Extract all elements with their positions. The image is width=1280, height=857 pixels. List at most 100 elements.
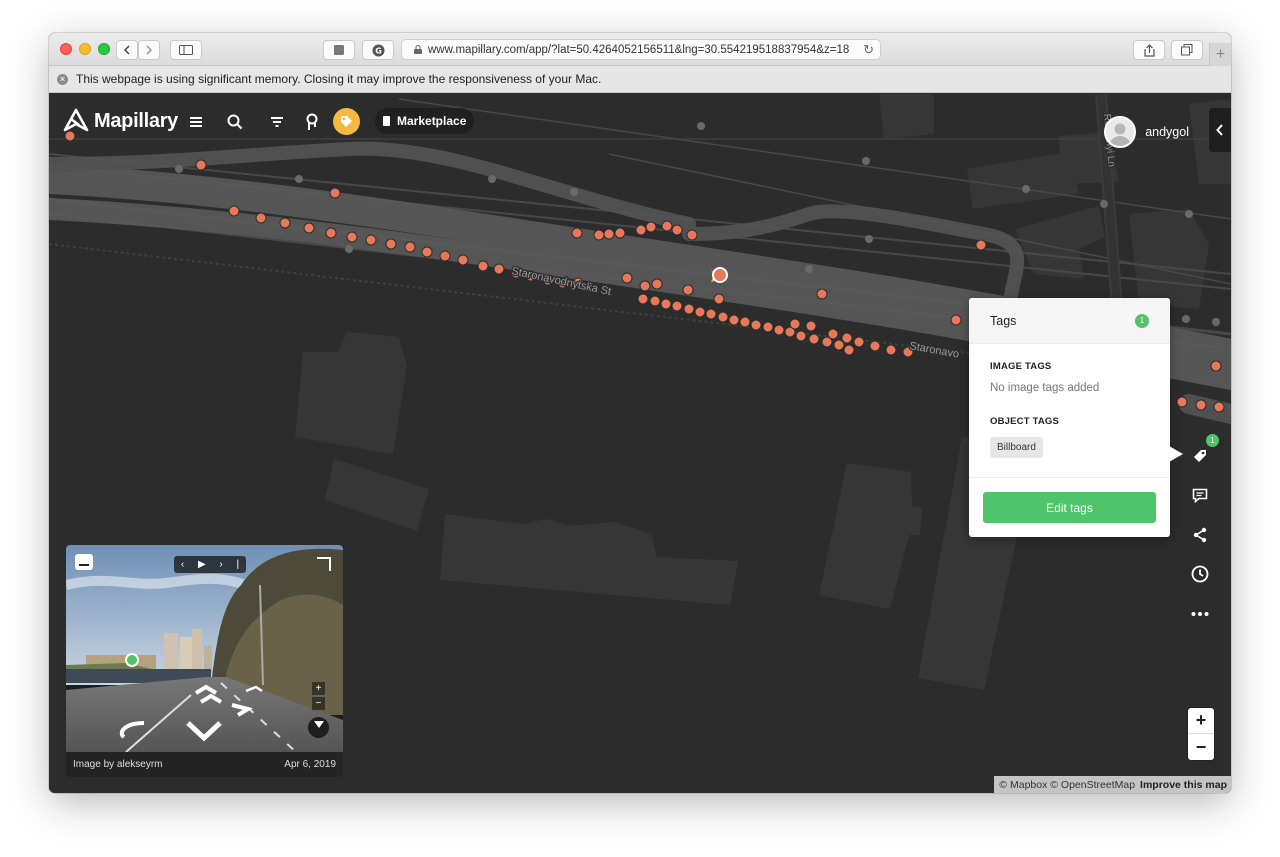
svg-text:G: G	[375, 46, 382, 55]
extension-icon	[334, 45, 344, 55]
minimize-window-button[interactable]	[79, 43, 91, 55]
avatar	[1104, 116, 1137, 148]
viewer-zoom-in-icon[interactable]: +	[312, 682, 325, 695]
avatar-placeholder-icon	[1109, 123, 1132, 146]
tags-toggle-button[interactable]	[1188, 444, 1212, 468]
logo-text: Mapillary	[94, 109, 178, 132]
close-window-button[interactable]	[60, 43, 72, 55]
edit-tags-button[interactable]: Edit tags	[983, 492, 1156, 523]
tag-icon	[1194, 450, 1206, 462]
tags-panel-footer: Edit tags	[969, 477, 1170, 537]
tags-panel-header: Tags 1	[969, 298, 1170, 344]
chevron-left-icon	[123, 45, 130, 55]
tag-location-icon	[341, 116, 352, 127]
tags-panel: Tags 1 IMAGE TAGS No image tags added OB…	[969, 298, 1170, 537]
new-tab-button[interactable]: +	[1209, 43, 1231, 66]
building	[295, 332, 407, 454]
image-tags-title: IMAGE TAGS	[990, 361, 1052, 372]
more-icon	[1191, 612, 1209, 616]
tags-count-badge: 1	[1135, 313, 1149, 328]
address-bar[interactable]: www.mapillary.com/app/?lat=50.4264052156…	[401, 39, 881, 60]
sidebar-icon	[179, 45, 193, 55]
tabs-icon	[1181, 44, 1193, 56]
compass-wedge	[313, 721, 324, 728]
traffic-sign-layer-button[interactable]	[333, 108, 360, 135]
expand-viewer-icon[interactable]	[315, 556, 332, 573]
building	[1129, 209, 1209, 309]
image-date: Apr 6, 2019	[284, 759, 336, 770]
app-header: Mapillary Marketplace andygol	[49, 94, 1231, 152]
viewer-compass-icon[interactable]	[308, 717, 329, 738]
share-page-button[interactable]	[1133, 40, 1165, 60]
osm-attribution[interactable]: © OpenStreetMap	[1050, 779, 1135, 791]
search-icon	[227, 114, 243, 130]
layers-button[interactable]	[302, 112, 322, 132]
viewer-zoom-out-icon[interactable]: −	[312, 697, 325, 710]
forward-button[interactable]	[138, 40, 160, 60]
mapillary-logo[interactable]: Mapillary	[63, 108, 178, 134]
more-options-button[interactable]	[1188, 602, 1212, 626]
marketplace-button[interactable]: Marketplace	[375, 108, 475, 134]
grammarly-icon: G	[372, 44, 384, 56]
step-icon[interactable]: |	[237, 559, 240, 570]
share-icon	[1193, 527, 1207, 543]
viewer-zoom-controls: + −	[312, 682, 325, 710]
map-canvas[interactable]: Staronavodnytska St Staronavo Redutnyi L…	[49, 94, 1231, 793]
tab-overview-button[interactable]	[1171, 40, 1203, 60]
back-button[interactable]	[116, 40, 138, 60]
street-scene	[66, 545, 343, 752]
history-button[interactable]	[1188, 562, 1212, 586]
viewer-footer: Image by alekseyrm Apr 6, 2019	[66, 752, 343, 777]
street-photo[interactable]: ‹ ▶ › | + −	[66, 545, 343, 752]
previous-image-icon[interactable]: ‹	[181, 559, 184, 570]
building	[819, 463, 922, 609]
tags-badge: 1	[1206, 434, 1219, 447]
chevron-right-icon	[146, 45, 153, 55]
memory-warning-text: This webpage is using significant memory…	[76, 72, 602, 86]
zoom-out-button[interactable]: −	[1188, 734, 1214, 760]
image-author[interactable]: Image by alekseyrm	[73, 759, 162, 770]
collapse-sidebar-button[interactable]	[1209, 108, 1231, 152]
zoom-in-button[interactable]: +	[1188, 708, 1214, 734]
share-button[interactable]	[1188, 523, 1212, 547]
username: andygol	[1145, 125, 1189, 139]
mapbox-attribution[interactable]: © Mapbox	[999, 779, 1047, 791]
building	[440, 514, 738, 605]
person-pin-icon	[306, 113, 318, 130]
reload-icon[interactable]: ↻	[863, 42, 874, 58]
viewer-playback-controls: ‹ ▶ › |	[174, 556, 246, 573]
tags-panel-pointer	[1169, 446, 1183, 462]
comments-button[interactable]	[1188, 483, 1212, 507]
url-text: www.mapillary.com/app/?lat=50.4264052156…	[428, 43, 850, 56]
grammarly-extension-button[interactable]: G	[362, 40, 394, 60]
menu-button[interactable]	[186, 112, 206, 132]
user-menu[interactable]: andygol	[1104, 116, 1189, 148]
play-icon[interactable]: ▶	[198, 559, 206, 570]
sidebar-toggle-button[interactable]	[170, 40, 202, 60]
lock-icon	[414, 45, 422, 54]
image-tags-empty-text: No image tags added	[990, 382, 1100, 394]
zoom-control: + −	[1188, 708, 1214, 760]
image-viewer[interactable]: ‹ ▶ › | + − Image by alekseyrm Apr 6, 20…	[66, 545, 343, 777]
tags-panel-title: Tags	[990, 313, 1017, 328]
close-banner-icon[interactable]: ×	[57, 74, 68, 85]
filter-button[interactable]	[267, 112, 287, 132]
hamburger-icon	[190, 117, 202, 127]
marketplace-icon	[383, 116, 390, 126]
zoom-window-button[interactable]	[98, 43, 110, 55]
reader-extension-button[interactable]	[323, 40, 355, 60]
next-image-icon[interactable]: ›	[219, 559, 222, 570]
history-icon	[1191, 565, 1209, 583]
viewer-minimize-button[interactable]	[75, 554, 93, 570]
comment-icon	[1192, 488, 1208, 503]
building	[325, 459, 429, 531]
image-tags-section: IMAGE TAGS No image tags added OBJECT TA…	[969, 361, 1170, 458]
improve-map-link[interactable]: Improve this map	[1140, 779, 1227, 791]
mapillary-logo-icon	[63, 108, 89, 132]
filter-icon	[271, 117, 283, 127]
search-button[interactable]	[225, 112, 245, 132]
object-tags-title: OBJECT TAGS	[990, 416, 1060, 427]
memory-warning-banner: × This webpage is using significant memo…	[49, 66, 1231, 93]
object-tag-chip[interactable]: Billboard	[990, 437, 1043, 458]
share-page-icon	[1143, 43, 1155, 57]
